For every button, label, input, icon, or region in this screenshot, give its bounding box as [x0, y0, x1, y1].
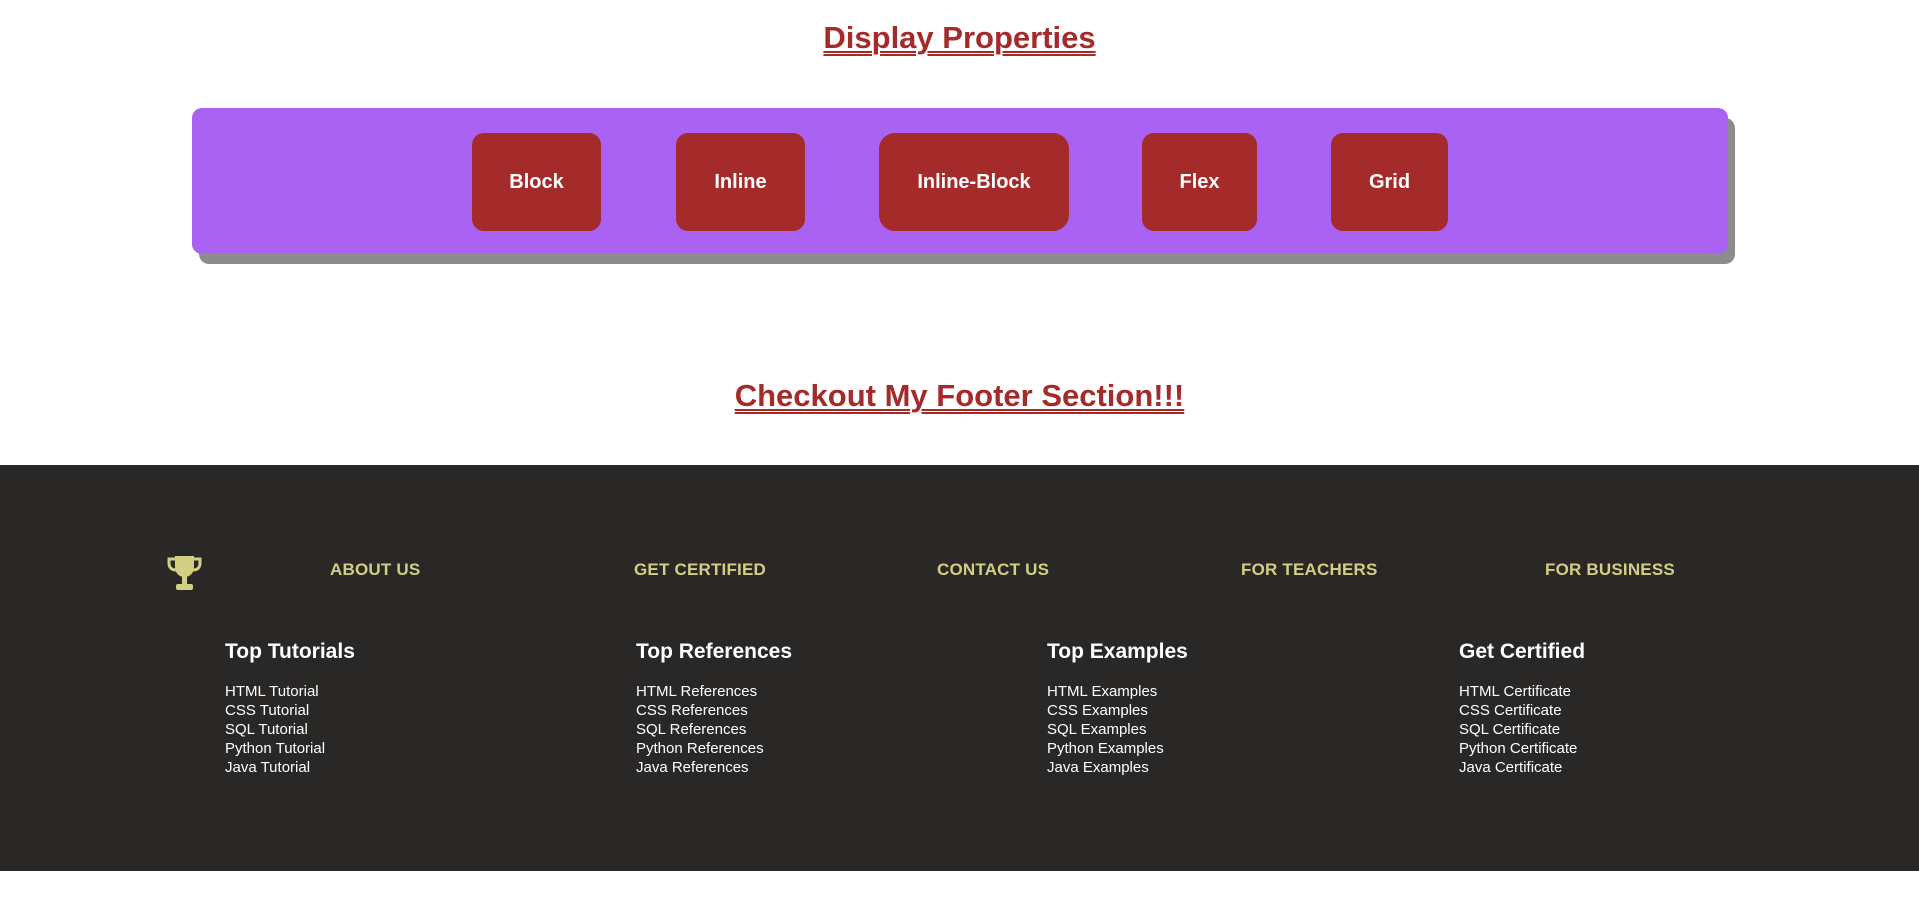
footer-link[interactable]: SQL Tutorial	[225, 720, 355, 739]
footer-link[interactable]: Java Certificate	[1459, 758, 1585, 777]
link-list: HTML Certificate CSS Certificate SQL Cer…	[1459, 682, 1585, 777]
page: Display Properties Block Inline Inline-B…	[0, 0, 1919, 904]
trophy-icon	[167, 556, 202, 590]
nav-for-business[interactable]: FOR BUSINESS	[1545, 560, 1675, 580]
footer-link[interactable]: Python Tutorial	[225, 739, 355, 758]
nav-contact-us[interactable]: CONTACT US	[937, 560, 1049, 580]
column-heading: Get Certified	[1459, 640, 1586, 663]
inline-block-button[interactable]: Inline-Block	[879, 133, 1069, 231]
footer-link[interactable]: CSS Tutorial	[225, 701, 355, 720]
footer: ABOUT US GET CERTIFIED CONTACT US FOR TE…	[0, 465, 1919, 871]
block-button[interactable]: Block	[472, 133, 601, 231]
column-heading: Top References	[636, 640, 792, 663]
footer-link[interactable]: HTML Tutorial	[225, 682, 355, 701]
grid-button[interactable]: Grid	[1331, 133, 1448, 231]
footer-link[interactable]: SQL References	[636, 720, 792, 739]
column-heading: Top Tutorials	[225, 640, 355, 663]
link-list: HTML Tutorial CSS Tutorial SQL Tutorial …	[225, 682, 355, 777]
footer-link[interactable]: CSS References	[636, 701, 792, 720]
footer-column-certified: Get Certified HTML Certificate CSS Certi…	[1459, 640, 1585, 777]
display-properties-title: Display Properties	[823, 20, 1096, 55]
link-list: HTML Examples CSS Examples SQL Examples …	[1047, 682, 1188, 777]
footer-link[interactable]: HTML References	[636, 682, 792, 701]
footer-link[interactable]: Python Examples	[1047, 739, 1188, 758]
footer-column-examples: Top Examples HTML Examples CSS Examples …	[1047, 640, 1188, 777]
footer-link[interactable]: Java Examples	[1047, 758, 1188, 777]
footer-link[interactable]: Python References	[636, 739, 792, 758]
nav-for-teachers[interactable]: FOR TEACHERS	[1241, 560, 1378, 580]
footer-link[interactable]: Java References	[636, 758, 792, 777]
footer-column-tutorials: Top Tutorials HTML Tutorial CSS Tutorial…	[225, 640, 355, 777]
footer-link[interactable]: SQL Examples	[1047, 720, 1188, 739]
footer-link[interactable]: Python Certificate	[1459, 739, 1585, 758]
footer-link[interactable]: SQL Certificate	[1459, 720, 1585, 739]
footer-link[interactable]: HTML Examples	[1047, 682, 1188, 701]
link-list: HTML References CSS References SQL Refer…	[636, 682, 792, 777]
flex-button[interactable]: Flex	[1142, 133, 1257, 231]
nav-about-us[interactable]: ABOUT US	[330, 560, 420, 580]
footer-link[interactable]: HTML Certificate	[1459, 682, 1585, 701]
footer-link[interactable]: CSS Certificate	[1459, 701, 1585, 720]
inline-button[interactable]: Inline	[676, 133, 805, 231]
footer-section-title: Checkout My Footer Section!!!	[734, 378, 1185, 413]
nav-get-certified[interactable]: GET CERTIFIED	[634, 560, 766, 580]
footer-link[interactable]: CSS Examples	[1047, 701, 1188, 720]
display-properties-box: Block Inline Inline-Block Flex Grid	[192, 108, 1728, 254]
column-heading: Top Examples	[1047, 640, 1188, 663]
footer-link[interactable]: Java Tutorial	[225, 758, 355, 777]
footer-column-references: Top References HTML References CSS Refer…	[636, 640, 792, 777]
